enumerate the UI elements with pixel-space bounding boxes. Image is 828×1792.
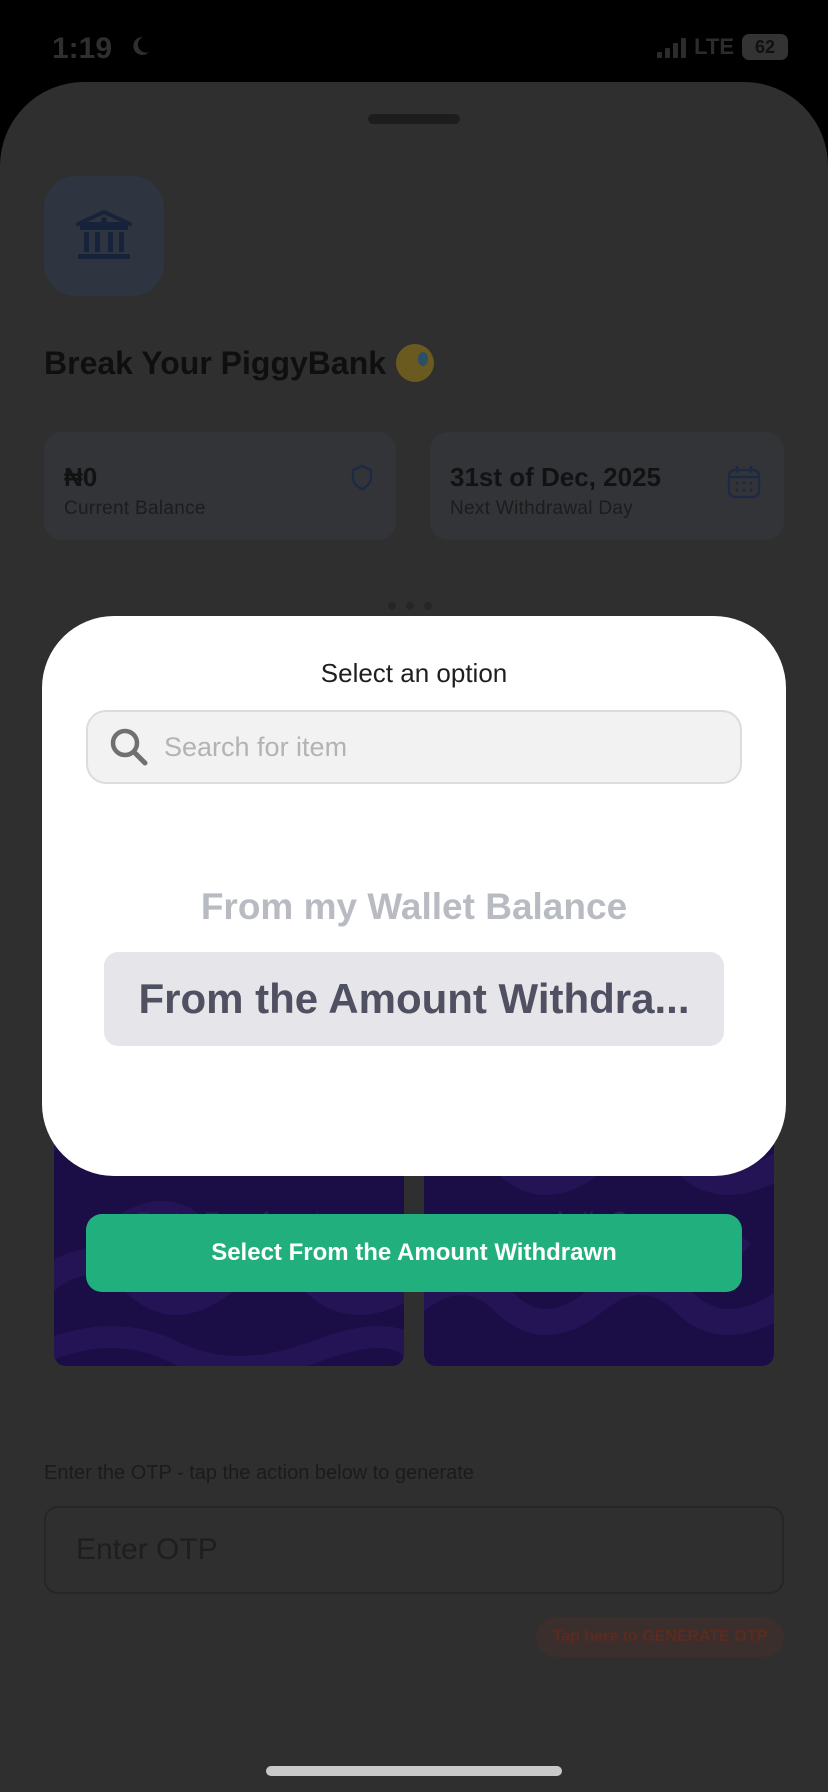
shield-icon (351, 464, 373, 491)
status-indicators: LTE 62 (657, 34, 788, 60)
withdrawal-date: 31st of Dec, 2025 (450, 462, 662, 492)
battery-icon: 62 (742, 34, 788, 60)
sheet-grabber[interactable] (368, 114, 460, 124)
page-title: Break Your PiggyBank (44, 344, 387, 381)
network-type: LTE (694, 34, 734, 59)
pager-dots (388, 602, 432, 610)
option-wallet-balance[interactable]: From my Wallet Balance (42, 886, 786, 928)
option-picker-modal: Select an option From my Wallet Balance … (42, 616, 786, 1176)
option-amount-withdrawn[interactable]: From the Amount Withdra... (104, 952, 724, 1046)
battery-level: 62 (754, 36, 776, 57)
otp-label-text: Enter the OTP - tap the action below to … (44, 1462, 474, 1484)
otp-field[interactable] (44, 1506, 784, 1594)
sad-sweat-emoji-icon (396, 344, 435, 382)
generate-otp-link[interactable]: Tap here to GENERATE OTP (536, 1617, 784, 1657)
otp-input[interactable] (46, 1508, 782, 1592)
picker-title: Select an option (320, 658, 508, 688)
current-balance-card: ₦0 Current Balance (44, 432, 396, 540)
bank-tile (44, 176, 164, 296)
home-indicator (266, 1766, 562, 1776)
signal-icon (657, 36, 687, 58)
bank-icon (76, 210, 132, 259)
moon-icon (133, 36, 149, 55)
page-heading: Break Your PiggyBank (44, 344, 435, 382)
status-bar: 1:19 LTE 62 (0, 0, 828, 90)
balance-value: ₦0 (64, 462, 98, 492)
withdrawal-label: Next Withdrawal Day (450, 498, 634, 519)
balance-label: Current Balance (64, 498, 206, 519)
search-icon (110, 728, 148, 766)
status-time: 1:19 (52, 32, 113, 65)
calendar-icon (727, 466, 761, 499)
select-option-button[interactable]: Select From the Amount Withdrawn (86, 1214, 742, 1292)
search-box[interactable] (86, 710, 742, 784)
search-input[interactable] (164, 712, 740, 782)
withdrawal-day-card: 31st of Dec, 2025 Next Withdrawal Day (430, 432, 784, 540)
